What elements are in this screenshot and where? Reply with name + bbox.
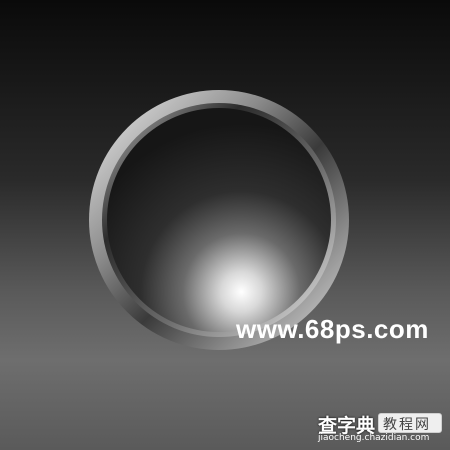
brand-watermark: 查字典 教程网 jiaocheng.chazidian.com	[318, 411, 442, 447]
brand-box: 教程网	[378, 413, 442, 433]
brand-box-label: 教程网	[383, 417, 431, 433]
brand-url: jiaocheng.chazidian.com	[318, 433, 430, 443]
round-button-graphic	[89, 90, 349, 350]
site-watermark: www.68ps.com	[236, 314, 429, 344]
button-face	[107, 108, 331, 332]
canvas: www.68ps.com 查字典 教程网 jiaocheng.chazidian…	[0, 0, 450, 450]
